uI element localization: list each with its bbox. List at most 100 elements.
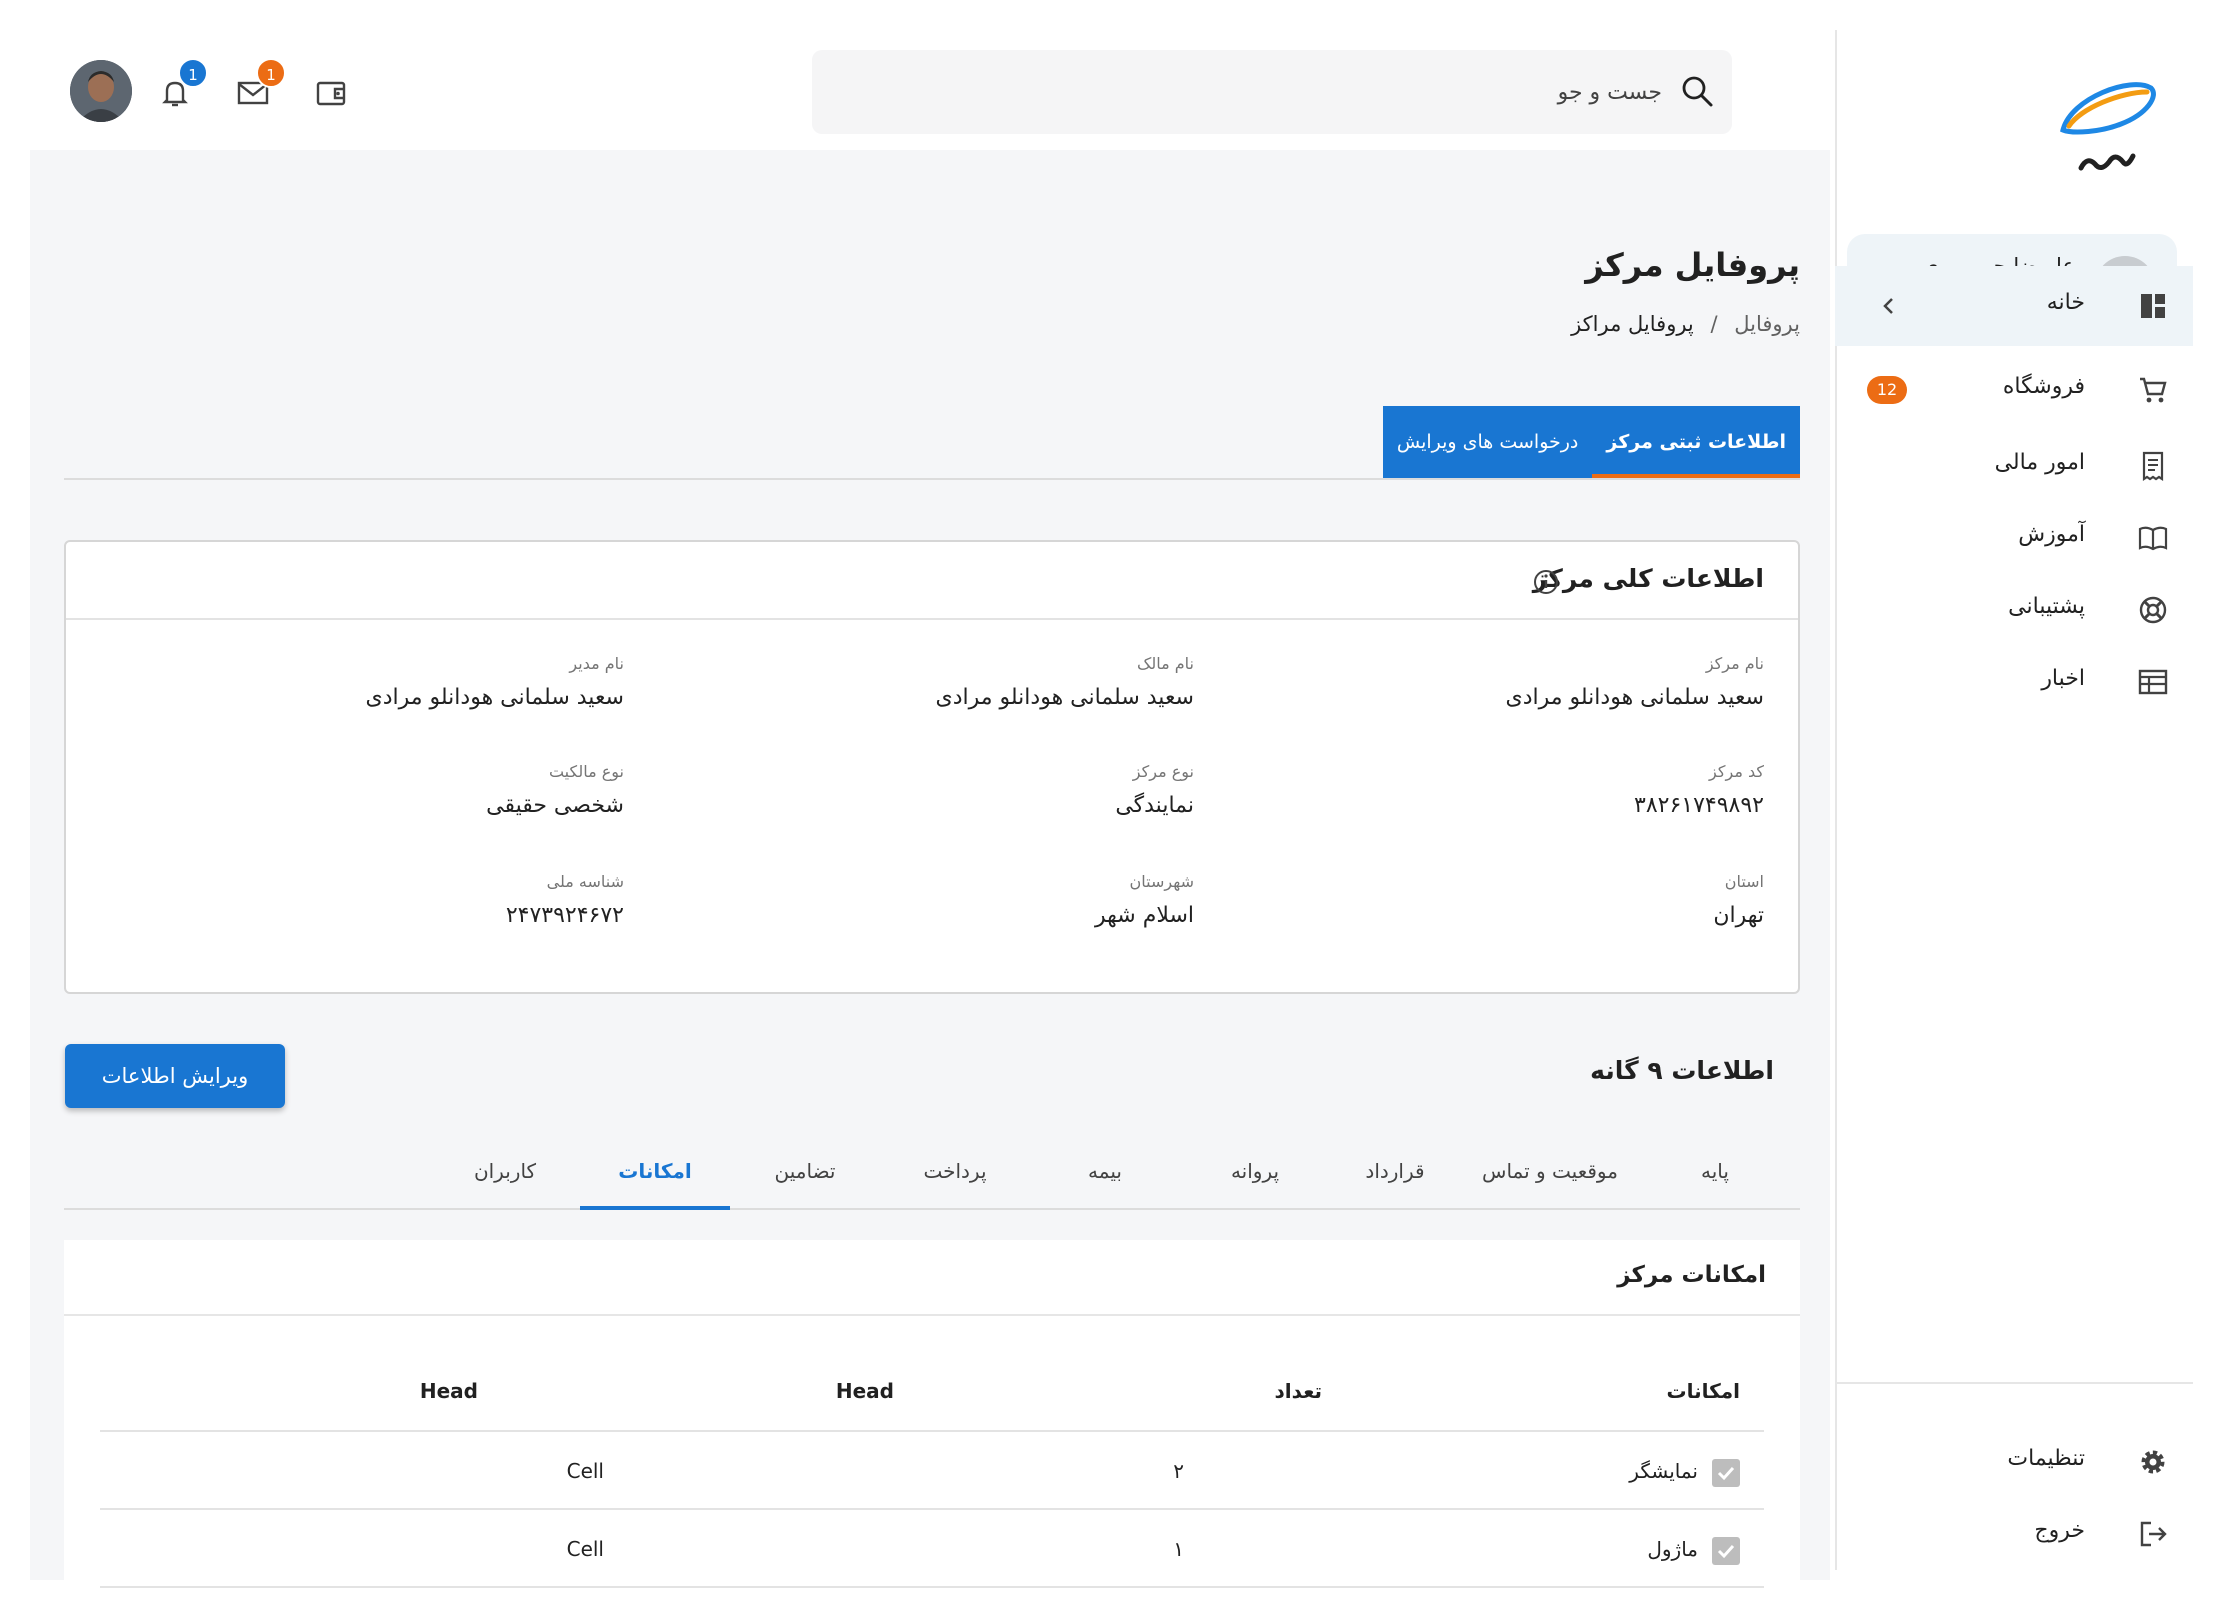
card-title: اطلاعات کلی مرکز xyxy=(1532,564,1764,593)
field-value: تهران xyxy=(1713,903,1764,928)
field-label: نام مدیر xyxy=(569,654,624,673)
breadcrumb-current: پروفایل مراکز xyxy=(1571,312,1694,336)
notifications-badge: 1 xyxy=(178,58,208,88)
messages-badge: 1 xyxy=(256,58,286,88)
sidebar-item-home[interactable]: خانه xyxy=(1835,266,2193,346)
amenities-divider xyxy=(64,1314,1800,1316)
column-header: امکانات xyxy=(1666,1379,1741,1403)
field-center-type: نوع مرکز نمایندگی xyxy=(634,762,1194,818)
sidebar-item-label: آموزش xyxy=(2018,522,2085,547)
count-cell: ۲ xyxy=(1173,1459,1184,1483)
tab-base[interactable]: پایه xyxy=(1640,1146,1790,1210)
sidebar-item-finance[interactable]: امور مالی xyxy=(1835,426,2193,506)
amenity-checkbox[interactable] xyxy=(1712,1536,1740,1565)
tab-insurance[interactable]: بیمه xyxy=(1030,1146,1180,1210)
info-icon[interactable] xyxy=(1532,568,1560,596)
sidebar-item-label: اخبار xyxy=(2041,666,2085,691)
field-center-code: کد مرکز ۳۸۲۶۱۷۴۹۸۹۲ xyxy=(1204,762,1764,818)
messages-button[interactable]: 1 xyxy=(236,58,286,130)
field-label: شناسه ملی xyxy=(546,872,624,891)
profile-tabs: اطلاعات ثبتی مرکز درخواست های ویرایش xyxy=(1382,406,1800,478)
sidebar-item-label: خانه xyxy=(2046,290,2085,315)
chevron-left-icon xyxy=(1883,298,1893,314)
avatar[interactable] xyxy=(70,60,132,122)
edit-info-button[interactable]: ویرایش اطلاعات xyxy=(65,1044,285,1108)
field-value: ۲۴۷۳۹۲۴۶۷۲ xyxy=(505,903,624,928)
count-cell: ۱ xyxy=(1173,1537,1184,1561)
search-box[interactable] xyxy=(812,50,1732,134)
sidebar-item-label: تنظیمات xyxy=(2007,1446,2085,1471)
sidebar-divider xyxy=(1835,1382,2193,1384)
sidebar-item-news[interactable]: اخبار xyxy=(1835,642,2193,722)
support-icon xyxy=(2139,596,2167,624)
amenity-name: نمایشگر xyxy=(1629,1459,1698,1483)
breadcrumb-parent[interactable]: پروفایل xyxy=(1734,312,1800,336)
field-label: نام مالک xyxy=(1137,654,1194,673)
wallet-button[interactable] xyxy=(314,60,358,130)
table-row: نمایشگر ۲ Cell xyxy=(100,1432,1764,1510)
main-content: پروفایل مرکز پروفایل / پروفایل مراکز اطل… xyxy=(30,150,1830,1600)
field-center-name: نام مرکز سعید سلمانی هودانلو مرادی xyxy=(1204,654,1764,710)
search-input[interactable] xyxy=(862,70,1662,114)
field-province: استان تهران xyxy=(1204,872,1764,928)
field-ownership-type: نوع مالکیت شخصی حقیقی xyxy=(64,762,624,818)
tab-users[interactable]: کاربران xyxy=(430,1146,580,1210)
amenity-checkbox[interactable] xyxy=(1712,1458,1740,1487)
breadcrumb-separator: / xyxy=(1710,312,1718,336)
table-header-row: امکانات تعداد Head Head xyxy=(100,1352,1764,1432)
amenity-cell: ماژول xyxy=(1647,1510,1740,1588)
field-value: ۳۸۲۶۱۷۴۹۸۹۲ xyxy=(1634,793,1764,818)
sidebar-item-support[interactable]: پشتیبانی xyxy=(1835,570,2193,650)
breadcrumb: پروفایل / پروفایل مراکز xyxy=(1571,312,1800,336)
head-cell: Cell xyxy=(566,1459,604,1483)
top-bar: 1 1 xyxy=(30,30,1830,150)
notifications-button[interactable]: 1 xyxy=(158,58,208,130)
field-value: سعید سلمانی هودانلو مرادی xyxy=(935,685,1194,710)
tab-registration-info[interactable]: اطلاعات ثبتی مرکز xyxy=(1592,406,1800,478)
tab-guarantees[interactable]: تضامین xyxy=(730,1146,880,1210)
sidebar-item-label: فروشگاه xyxy=(2002,374,2085,399)
sidebar-item-education[interactable]: آموزش xyxy=(1835,498,2193,578)
amenities-table: امکانات تعداد Head Head نمایشگر ۲ Cell م… xyxy=(100,1352,1764,1588)
tabs-divider xyxy=(64,478,1800,480)
sidebar: علیرضا چمن روی کارمند مرکز ۰۰۱۲۶۳۸۹۳۴ خا… xyxy=(1835,30,2193,1570)
sidebar-item-logout[interactable]: خروج xyxy=(1835,1494,2193,1574)
news-icon xyxy=(2138,669,2168,695)
book-icon xyxy=(2138,526,2168,551)
head-cell: Cell xyxy=(566,1537,604,1561)
top-actions: 1 1 xyxy=(70,58,390,130)
hamrah-aval-logo[interactable] xyxy=(2051,68,2161,188)
card-header: اطلاعات کلی مرکز xyxy=(66,542,1798,620)
field-label: کد مرکز xyxy=(1709,762,1764,781)
page-title: پروفایل مرکز xyxy=(1585,246,1800,284)
field-label: نام مرکز xyxy=(1705,654,1764,673)
field-label: نوع مالکیت xyxy=(548,762,624,781)
field-value: سعید سلمانی هودانلو مرادی xyxy=(1505,685,1764,710)
field-owner-name: نام مالک سعید سلمانی هودانلو مرادی xyxy=(634,654,1194,710)
field-manager-name: نام مدیر سعید سلمانی هودانلو مرادی xyxy=(64,654,624,710)
dashboard-icon xyxy=(2141,294,2165,318)
field-value: شخصی حقیقی xyxy=(486,793,624,818)
check-icon xyxy=(1717,1544,1735,1558)
column-header: تعداد xyxy=(1274,1379,1322,1403)
tab-location-contact[interactable]: موقعیت و تماس xyxy=(1460,1146,1640,1210)
search-icon[interactable] xyxy=(1680,74,1714,108)
section-title: اطلاعات ۹ گانه xyxy=(1590,1056,1774,1085)
nine-part-tabs: پایه موقعیت و تماس قرارداد پروانه بیمه پ… xyxy=(64,1146,1800,1210)
sidebar-item-store[interactable]: فروشگاه 12 xyxy=(1835,350,2193,430)
tab-license[interactable]: پروانه xyxy=(1180,1146,1330,1210)
sidebar-item-label: خروج xyxy=(2034,1518,2085,1543)
gear-icon xyxy=(2141,1450,2165,1474)
tab-payment[interactable]: پرداخت xyxy=(880,1146,1030,1210)
tab-amenities[interactable]: امکانات xyxy=(580,1146,730,1210)
general-info-card: اطلاعات کلی مرکز نام مرکز سعید سلمانی هو… xyxy=(64,540,1800,994)
tab-contract[interactable]: قرارداد xyxy=(1330,1146,1460,1210)
column-header: Head xyxy=(835,1379,894,1403)
sidebar-item-settings[interactable]: تنظیمات xyxy=(1835,1422,2193,1502)
field-value: سعید سلمانی هودانلو مرادی xyxy=(365,685,624,710)
field-label: استان xyxy=(1724,872,1764,891)
sidebar-item-label: امور مالی xyxy=(1994,450,2085,475)
tab-edit-requests[interactable]: درخواست های ویرایش xyxy=(1382,406,1593,478)
field-value: نمایندگی xyxy=(1115,793,1194,818)
field-label: نوع مرکز xyxy=(1132,762,1194,781)
